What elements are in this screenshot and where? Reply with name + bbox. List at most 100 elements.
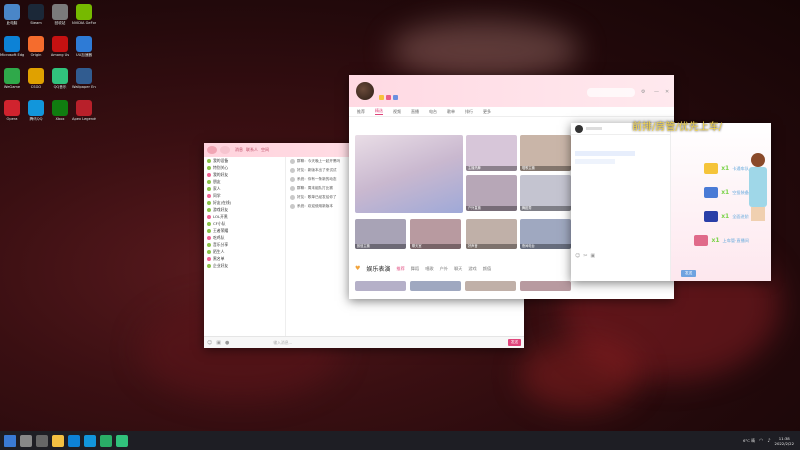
contact-group[interactable]: 游戏好友 [204, 206, 285, 213]
desktop-icon[interactable]: Opera [0, 100, 24, 121]
image-icon[interactable]: ▣ [590, 253, 595, 261]
contact-group[interactable]: 我的设备 [204, 157, 285, 164]
live-tab[interactable]: 排行 [465, 109, 473, 115]
qq-tab-messages[interactable]: 消息 [235, 147, 243, 153]
volume-icon[interactable]: ♪ [767, 438, 770, 444]
clock[interactable]: 11:38 2022/2/22 [775, 436, 794, 446]
contact-group[interactable]: 音乐分享 [204, 241, 285, 248]
contact-group[interactable]: 黑名单 [204, 255, 285, 262]
section-tag[interactable]: 唱歌 [425, 266, 433, 272]
taskbar-start-icon[interactable] [4, 434, 16, 447]
section-tag[interactable]: 颜值 [483, 266, 491, 272]
taskbar-taskview-icon[interactable] [36, 434, 48, 447]
section-tag[interactable]: 推荐 [396, 266, 404, 272]
contact-group[interactable]: 好友(在线) [204, 199, 285, 206]
qq-input[interactable]: 输入消息... [273, 340, 413, 346]
stream-card[interactable] [355, 281, 406, 291]
stream-card[interactable]: 夜间电台 [520, 219, 571, 249]
qq-avatar[interactable] [207, 146, 217, 154]
section-tag[interactable]: 聊天 [454, 266, 462, 272]
desktop-icon[interactable]: 此电脑 [0, 4, 24, 25]
qq-tab-zone[interactable]: 空间 [261, 147, 269, 153]
reward-item[interactable]: x1 全面进阶 [704, 211, 749, 222]
desktop-icon[interactable]: Xbox [48, 100, 72, 121]
live-tab[interactable]: 电台 [429, 109, 437, 115]
desktop-icon[interactable]: 回收站 [48, 4, 72, 25]
live-tab[interactable]: 歌单 [447, 109, 455, 115]
section-tag[interactable]: 户外 [440, 266, 448, 272]
desktop-icon[interactable]: Steam [24, 4, 48, 25]
live-tab[interactable]: 直播 [411, 109, 419, 115]
taskbar-edge-icon[interactable] [68, 434, 80, 447]
desktop-icon[interactable]: QQ音乐 [48, 68, 72, 89]
minimize-icon[interactable]: — [654, 89, 659, 95]
stream-card[interactable]: 主播热舞 [466, 135, 517, 171]
live-tab[interactable]: 视频 [393, 109, 401, 115]
streamer-avatar[interactable] [575, 124, 583, 133]
user-avatar[interactable] [356, 82, 374, 100]
contact-group[interactable]: 特别关心 [204, 164, 285, 171]
network-icon[interactable]: ◠ [759, 438, 763, 444]
section-tag[interactable]: 舞蹈 [411, 266, 419, 272]
reward-item[interactable]: x1 卡通车队 [704, 163, 749, 174]
contact-group[interactable]: 王者荣耀 [204, 227, 285, 234]
desktop-icon[interactable]: Apex Legends [72, 100, 96, 121]
emoji-icon[interactable]: ☺ [207, 340, 212, 346]
taskbar-search-icon[interactable] [20, 434, 32, 447]
contact-group[interactable]: 家人 [204, 185, 285, 192]
stream-card[interactable]: 唱歌主播 [520, 135, 571, 171]
contact-group-label: 朋友 [213, 178, 221, 184]
settings-icon[interactable]: ⚙ [641, 89, 645, 95]
desktop-icon[interactable]: Origin [24, 36, 48, 57]
contact-group[interactable]: 同学 [204, 192, 285, 199]
qq-status-icon[interactable] [220, 146, 230, 154]
close-icon[interactable]: ✕ [665, 89, 669, 95]
contact-group[interactable]: 陌生人 [204, 248, 285, 255]
stream-card[interactable]: 好声音 [466, 219, 517, 249]
image-icon[interactable]: ▣ [216, 340, 221, 346]
stream-card[interactable]: 舞蹈秀 [520, 175, 571, 211]
qq-tab-contacts[interactable]: 联系人 [246, 147, 258, 153]
stream-card[interactable]: 聊天室 [410, 219, 461, 249]
desktop-icon[interactable]: Among Us [48, 36, 72, 57]
contact-group[interactable]: 朋友 [204, 178, 285, 185]
reward-item[interactable]: x1 上车管·直播间 [694, 235, 749, 246]
desktop-icon[interactable]: NVIDIA GeForce [72, 4, 96, 25]
stream-card[interactable] [520, 281, 571, 291]
desktop-icon[interactable]: 腾讯QQ [24, 100, 48, 121]
search-input[interactable] [587, 88, 635, 97]
emoji-icon[interactable]: ☺ [575, 253, 580, 261]
desktop-icon[interactable]: UU加速器 [72, 36, 96, 57]
live-tab[interactable]: 精选 [375, 108, 383, 115]
scissors-icon[interactable]: ✂ [583, 253, 587, 261]
taskbar-qq-icon[interactable] [84, 434, 96, 447]
section-tag[interactable]: 游戏 [468, 266, 476, 272]
weather-text[interactable]: 6°C 晴 [743, 438, 755, 444]
contact-group[interactable]: LOL开黑 [204, 213, 285, 220]
desktop-icon[interactable]: Wallpaper Engine [72, 68, 96, 89]
contact-group[interactable]: CF小队 [204, 220, 285, 227]
contact-group[interactable]: 我的好友 [204, 171, 285, 178]
status-dot-icon [207, 172, 211, 177]
taskbar-explorer-icon[interactable] [52, 434, 64, 447]
stream-card[interactable]: 户外直播 [466, 175, 517, 211]
desktop-icon-label: WeGame [3, 85, 21, 89]
desktop-icon[interactable]: Microsoft Edge [0, 36, 24, 57]
qq-send-button[interactable]: 发送 [507, 339, 521, 346]
stream-card[interactable] [410, 281, 461, 291]
desktop-icon[interactable]: WeGame [0, 68, 24, 89]
taskbar-wechat-icon[interactable] [100, 434, 112, 447]
stream-card[interactable]: 颜值主播 [355, 219, 406, 249]
live-tab[interactable]: 推荐 [357, 109, 365, 115]
mic-icon[interactable]: ● [225, 340, 229, 346]
live-tab[interactable]: 更多 [483, 109, 491, 115]
chat-send-button[interactable]: 发送 [681, 270, 697, 277]
contact-group[interactable]: 企业好友 [204, 262, 285, 269]
avatar-character [747, 153, 769, 233]
reward-item[interactable]: x1 空投装备 [704, 187, 749, 198]
stream-card[interactable] [465, 281, 516, 291]
taskbar-music-icon[interactable] [116, 434, 128, 447]
desktop-icon[interactable]: CSGO [24, 68, 48, 89]
contact-group[interactable]: 吃鸡队 [204, 234, 285, 241]
featured-stream-card[interactable] [355, 135, 463, 213]
